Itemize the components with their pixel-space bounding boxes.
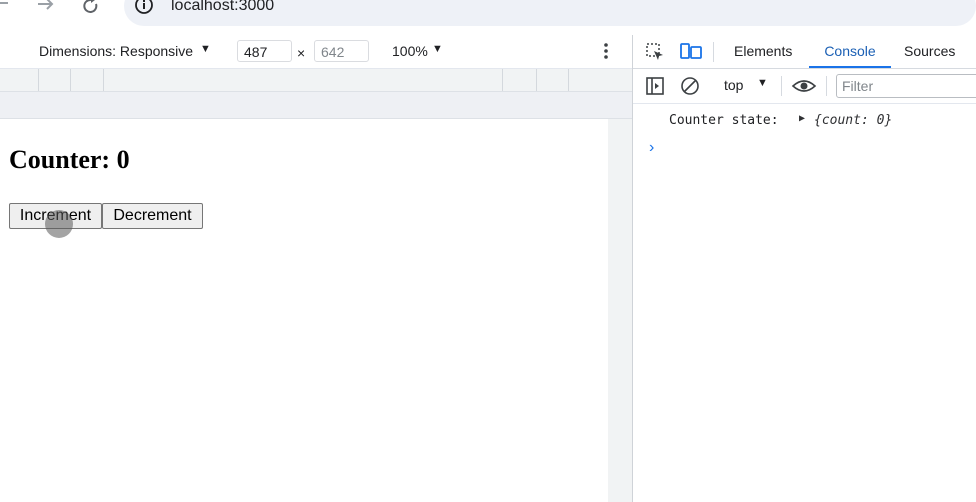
- times-symbol: ×: [297, 45, 306, 61]
- tab-console[interactable]: Console: [809, 35, 891, 68]
- zoom-dropdown[interactable]: 100%: [392, 43, 428, 59]
- height-input[interactable]: 642: [314, 40, 369, 62]
- console-toolbar: top ▼ Filter: [633, 69, 976, 104]
- devtools-panel: Elements Console Sources top ▼ Filter Co…: [632, 35, 976, 502]
- page-viewport: Counter: 0 Increment Decrement: [0, 119, 608, 502]
- back-icon[interactable]: [0, 0, 10, 14]
- ruler-tick: [568, 69, 569, 91]
- context-selector[interactable]: top: [724, 77, 743, 93]
- ruler-tick: [536, 69, 537, 91]
- ruler-tick: [103, 69, 104, 91]
- ruler-tick: [502, 69, 503, 91]
- device-toolbar: Dimensions: Responsive ▼ 487 × 642 100% …: [0, 35, 632, 69]
- filter-input[interactable]: Filter: [836, 74, 976, 98]
- site-info-icon[interactable]: [133, 0, 155, 16]
- divider: [826, 76, 827, 96]
- decrement-button[interactable]: Decrement: [102, 203, 203, 229]
- chevron-down-icon[interactable]: ▼: [757, 77, 768, 89]
- viewport-gutter: [608, 119, 632, 502]
- console-prompt-icon[interactable]: ›: [649, 139, 654, 157]
- url-text[interactable]: localhost:3000: [171, 0, 274, 15]
- tab-sources[interactable]: Sources: [904, 35, 955, 68]
- log-object[interactable]: {count: 0}: [814, 113, 892, 128]
- viewport-ruler: [0, 92, 632, 119]
- divider: [713, 42, 714, 62]
- divider: [781, 76, 782, 96]
- chevron-down-icon[interactable]: ▼: [432, 43, 443, 55]
- width-input[interactable]: 487: [237, 40, 292, 62]
- reload-icon[interactable]: [82, 0, 100, 14]
- ruler-tick: [70, 69, 71, 91]
- console-log-entry: Counter state: ▶ {count: 0}: [633, 105, 976, 135]
- media-query-ruler[interactable]: [0, 69, 632, 92]
- device-toggle-icon[interactable]: [680, 42, 702, 62]
- dimensions-dropdown[interactable]: Dimensions: Responsive: [39, 43, 193, 59]
- forward-icon[interactable]: [37, 0, 55, 14]
- expand-triangle-icon[interactable]: ▶: [799, 113, 805, 124]
- log-label: Counter state:: [669, 113, 779, 128]
- eye-icon[interactable]: [791, 76, 817, 96]
- chevron-down-icon[interactable]: ▼: [200, 43, 211, 55]
- clear-console-icon[interactable]: [680, 76, 700, 96]
- browser-toolbar: localhost:3000: [0, 0, 976, 35]
- ruler-tick: [38, 69, 39, 91]
- sidebar-toggle-icon[interactable]: [645, 76, 665, 96]
- more-options-icon[interactable]: [604, 42, 608, 60]
- devtools-tabbar: Elements Console Sources: [633, 35, 976, 69]
- page-title: Counter: 0: [9, 145, 130, 174]
- inspect-element-icon[interactable]: [645, 42, 665, 62]
- cursor-indicator: [45, 210, 73, 238]
- tab-elements[interactable]: Elements: [734, 35, 792, 68]
